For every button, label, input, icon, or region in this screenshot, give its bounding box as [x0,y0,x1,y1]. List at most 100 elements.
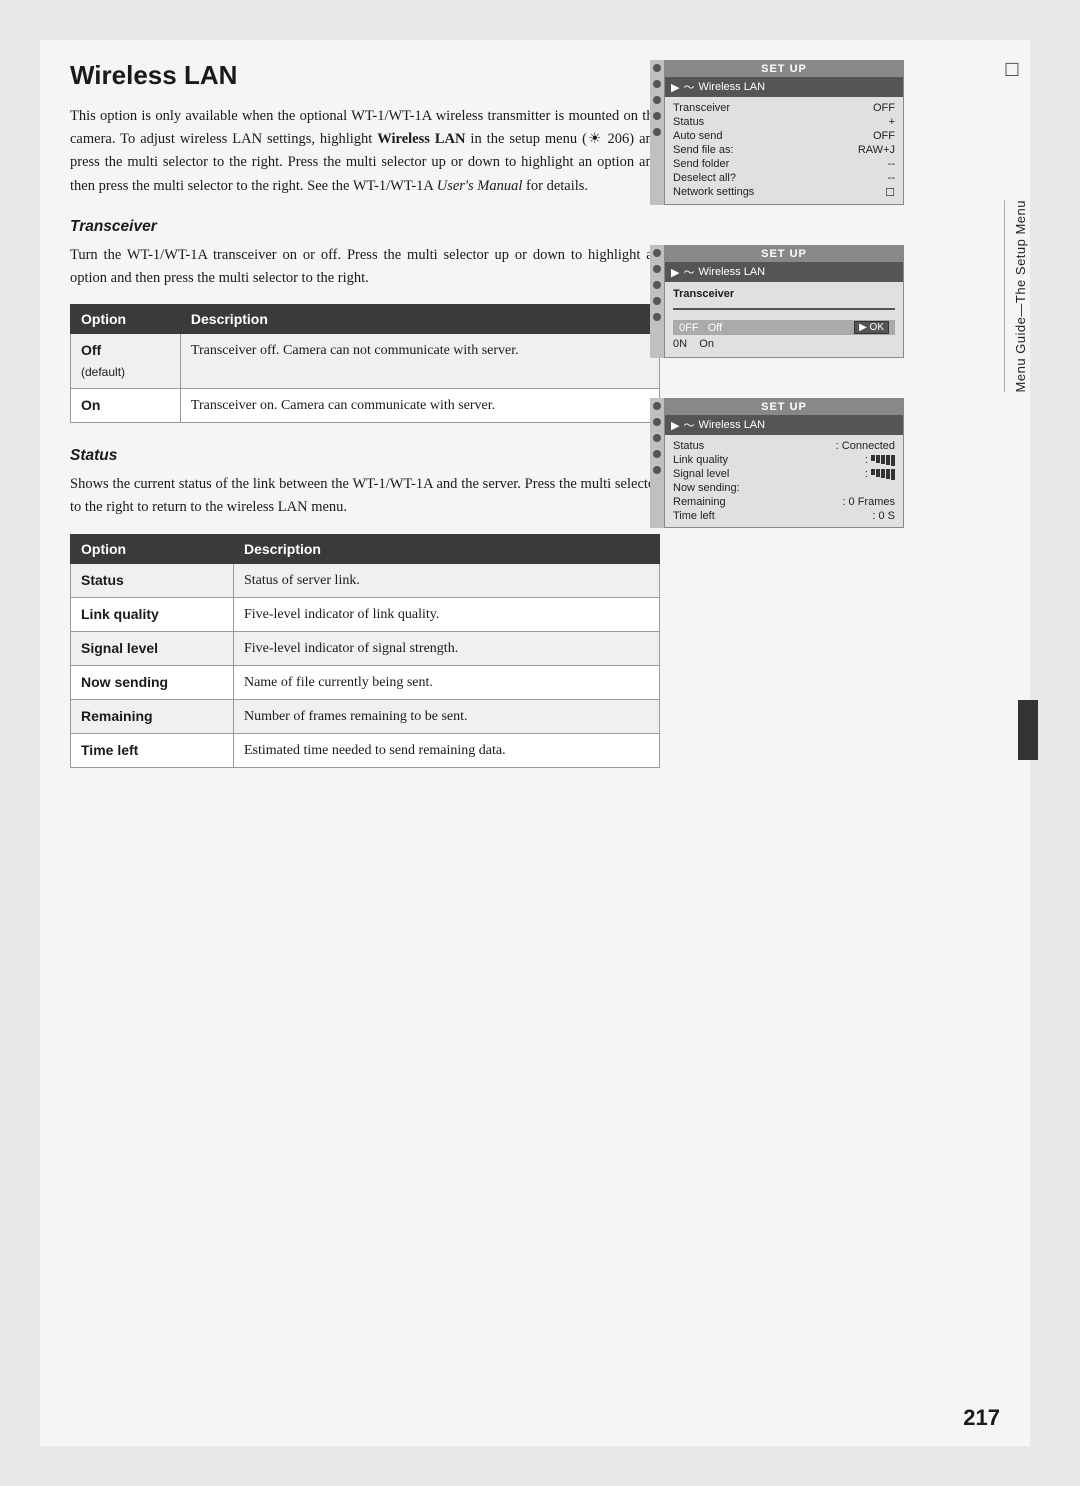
dot-5 [653,128,661,136]
row-value: OFF [873,102,895,114]
intro-paragraph: This option is only available when the o… [70,105,660,198]
table-row: Signal level Five-level indicator of sig… [71,631,660,665]
screen2-sub2: Transceiver [673,286,895,302]
screen1-subheader: ▶ 〜 Wireless LAN [665,77,903,97]
row-value: : 0 Frames [842,496,895,508]
intro-text-4: for details. [522,178,588,194]
row-value: : [865,468,895,480]
list-item: Send file as: RAW+J [673,143,895,157]
desc-on: Transceiver on. Camera can communicate w… [180,389,659,423]
screenshot-3: SET UP ▶ 〜 Wireless LAN Status : Connect… [650,398,940,528]
dot-4 [653,450,661,458]
list-item: Transceiver OFF [673,101,895,115]
dot-4 [653,297,661,305]
screen1-inner: SET UP ▶ 〜 Wireless LAN Transceiver OFF … [664,60,940,205]
status-col-option: Option [71,534,234,563]
opt-now-sending: Now sending [71,665,234,699]
desc-status: Status of server link. [233,563,659,597]
row-label: Status [673,440,704,452]
dot-3 [653,281,661,289]
status-body: Shows the current status of the link bet… [70,473,660,519]
screen3-icon: 〜 [683,417,694,433]
intro-ref: ☀ 206 [587,131,629,147]
dot-3 [653,96,661,104]
row-value: -- [888,158,895,170]
page-number: 217 [963,1405,1000,1431]
screen1-subheader-arrow: ▶ [671,81,679,94]
list-item: Now sending: [673,481,895,495]
row-value: : 0 S [872,510,895,522]
dot-1 [653,402,661,410]
row-label: 0N On [673,338,714,350]
transceiver-heading: Transceiver [70,218,660,236]
list-item: Status : Connected [673,439,895,453]
table-row: Time left Estimated time needed to send … [71,733,660,767]
list-item: Time left : 0 S [673,509,895,523]
screen3-subheader: ▶ 〜 Wireless LAN [665,415,903,435]
intro-text-2: in the setup menu ( [465,131,586,147]
dot-5 [653,313,661,321]
main-content: Wireless LAN This option is only availab… [70,60,660,792]
screen2-left-strip [650,245,664,358]
dot-5 [653,466,661,474]
list-item: Auto send OFF [673,129,895,143]
dot-1 [653,249,661,257]
table-row: Off(default) Transceiver off. Camera can… [71,334,660,389]
row-value: -- [888,172,895,184]
row-label: Remaining [673,496,726,508]
screen3-label: Wireless LAN [698,419,765,431]
row-label: Network settings [673,186,754,199]
list-item: Deselect all? -- [673,171,895,185]
dot-1 [653,64,661,72]
list-item: Send folder -- [673,157,895,171]
opt-signal-level: Signal level [71,631,234,665]
dot-4 [653,112,661,120]
list-item: Link quality : [673,453,895,467]
list-item: Network settings ☐ [673,185,895,200]
screenshot-1: SET UP ▶ 〜 Wireless LAN Transceiver OFF … [650,60,940,205]
row-label: Signal level [673,468,729,480]
dot-2 [653,80,661,88]
table-row: Remaining Number of frames remaining to … [71,699,660,733]
status-heading: Status [70,447,660,465]
page-title: Wireless LAN [70,60,660,91]
option-off: Off(default) [71,334,181,389]
divider [673,308,895,310]
opt-link-quality: Link quality [71,597,234,631]
row-label: Link quality [673,454,728,466]
link-quality-bars [871,455,895,466]
screen1-header: SET UP [665,61,903,77]
list-item: Signal level : [673,467,895,481]
table-row: Now sending Name of file currently being… [71,665,660,699]
row-value: RAW+J [858,144,895,156]
row-value: : Connected [836,440,895,452]
list-item: Remaining : 0 Frames [673,495,895,509]
table-row: On Transceiver on. Camera can communicat… [71,389,660,423]
signal-level-bars [871,469,895,480]
screen2-icon: 〜 [683,264,694,280]
transceiver-body: Turn the WT-1/WT-1A transceiver on or of… [70,244,660,290]
screen3-header: SET UP [665,399,903,415]
list-item-selected: 0FF Off ▶ OK [673,320,895,335]
row-value: + [889,116,895,128]
screen3-left-strip [650,398,664,528]
opt-remaining: Remaining [71,699,234,733]
opt-time-left: Time left [71,733,234,767]
screen2-subheader: ▶ 〜 Wireless LAN [665,262,903,282]
row-label: Status [673,116,704,128]
dot-2 [653,418,661,426]
screen3-inner: SET UP ▶ 〜 Wireless LAN Status : Connect… [664,398,940,528]
ok-badge: ▶ OK [854,321,889,334]
screen1-subheader-icon: 〜 [683,79,694,95]
intro-bold: Wireless LAN [377,131,465,147]
screen1-body: Transceiver OFF Status + Auto send OFF S… [665,97,903,204]
list-item: 0N On [673,335,895,353]
option-on: On [71,389,181,423]
screenshots-column: SET UP ▶ 〜 Wireless LAN Transceiver OFF … [650,60,940,546]
row-label: Send folder [673,158,729,170]
row-value: OFF [873,130,895,142]
desc-link-quality: Five-level indicator of link quality. [233,597,659,631]
off-label: 0FF Off [679,322,722,334]
row-label: Now sending: [673,482,740,494]
row-label: Time left [673,510,715,522]
